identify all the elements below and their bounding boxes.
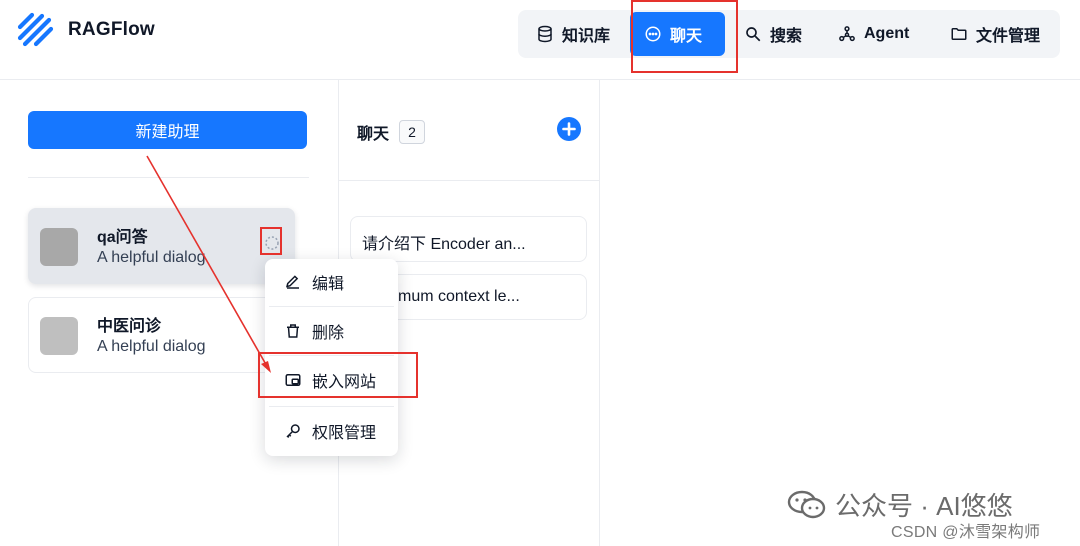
chat-list-title: 聊天 <box>357 126 390 143</box>
nav-label: 文件管理 <box>976 28 1041 45</box>
nav-agent[interactable]: Agent <box>824 12 923 56</box>
nav-label: Agent <box>864 25 910 42</box>
add-chat-button[interactable] <box>557 117 581 141</box>
plus-icon <box>562 122 576 136</box>
key-icon <box>286 424 300 438</box>
ragflow-logo-icon <box>17 12 54 47</box>
brand-name: RAGFlow <box>68 19 155 40</box>
divider <box>28 177 309 178</box>
divider <box>338 180 599 181</box>
menu-item-permissions[interactable]: 权限管理 <box>265 409 398 453</box>
menu-divider <box>269 406 394 407</box>
conversation-title: 请介绍下 Encoder an... <box>362 236 526 253</box>
assistant-name: 中医问诊 <box>97 318 162 335</box>
nav-label: 搜索 <box>770 28 803 45</box>
nav-file-management[interactable]: 文件管理 <box>936 12 1054 56</box>
column-divider <box>599 80 600 546</box>
menu-item-delete[interactable]: 删除 <box>265 309 398 353</box>
main-nav: 知识库 聊天 搜索 Agent 文件管理 <box>518 10 1060 58</box>
nav-search[interactable]: 搜索 <box>730 12 816 56</box>
assistant-name: qa问答 <box>97 229 148 246</box>
assistant-description: A helpful dialog <box>97 338 206 355</box>
menu-divider <box>269 306 394 307</box>
menu-label: 删除 <box>312 325 345 342</box>
assistant-description: A helpful dialog <box>97 249 206 266</box>
graph-icon <box>839 26 855 42</box>
menu-item-edit[interactable]: 编辑 <box>265 260 398 304</box>
annotation-box-embed-item <box>258 352 418 398</box>
conversation-title: mum context le... <box>398 288 520 305</box>
search-icon <box>746 27 761 42</box>
annotation-box-chat-nav <box>631 0 738 73</box>
nav-knowledge-base[interactable]: 知识库 <box>522 12 624 56</box>
csdn-watermark: CSDN @沐雪架构师 <box>891 524 1041 541</box>
assistant-card[interactable]: 中医问诊 A helpful dialog <box>28 297 295 373</box>
menu-label: 编辑 <box>312 276 345 293</box>
conversation-item[interactable]: 请介绍下 Encoder an... <box>350 216 587 262</box>
menu-label: 权限管理 <box>312 425 377 442</box>
avatar <box>40 317 78 355</box>
folder-icon <box>951 28 967 40</box>
trash-icon <box>287 324 299 338</box>
chat-count-badge: 2 <box>399 120 425 144</box>
database-icon <box>538 25 552 43</box>
avatar <box>40 228 78 266</box>
new-assistant-button[interactable]: 新建助理 <box>28 111 307 149</box>
nav-label: 知识库 <box>562 28 611 45</box>
edit-icon <box>285 275 299 289</box>
assistant-card[interactable]: qa问答 A helpful dialog <box>28 208 295 284</box>
annotation-box-more-button <box>260 227 282 255</box>
top-header: RAGFlow 知识库 聊天 搜索 Agent 文件管理 <box>0 0 1080 80</box>
wechat-icon <box>787 490 826 518</box>
